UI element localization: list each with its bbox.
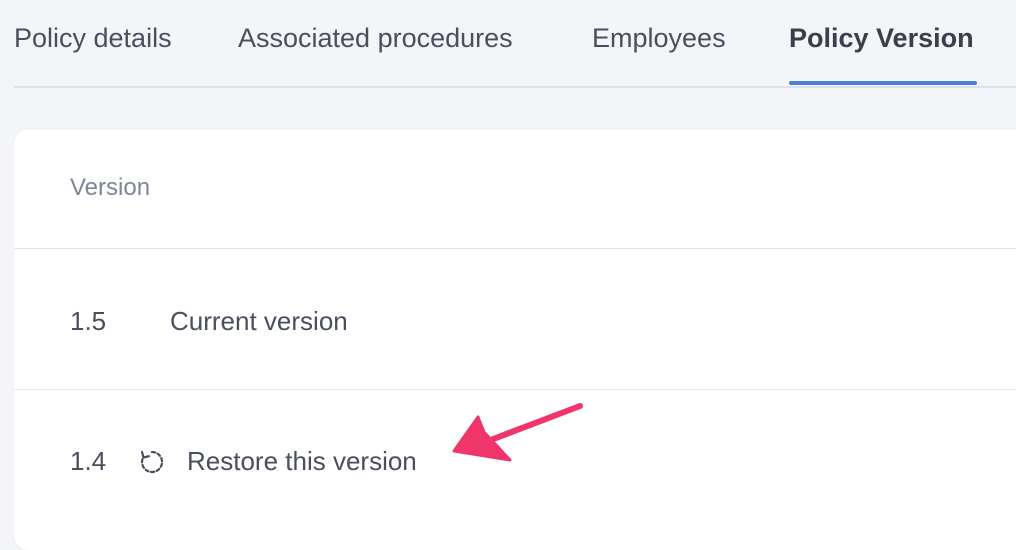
- tab-bar: Policy details Associated procedures Emp…: [14, 0, 1016, 88]
- tab-policy-details[interactable]: Policy details: [14, 20, 172, 56]
- restore-version-link[interactable]: Restore this version: [187, 446, 417, 477]
- version-number: 1.5: [70, 306, 107, 336]
- current-version-label: Current version: [170, 306, 348, 336]
- table-divider: [14, 248, 1016, 249]
- active-tab-indicator: [789, 81, 977, 85]
- restore-icon[interactable]: [138, 448, 166, 476]
- tab-policy-version[interactable]: Policy Version: [789, 20, 974, 56]
- tab-employees[interactable]: Employees: [592, 20, 726, 56]
- version-number: 1.4: [70, 446, 107, 476]
- version-table: Version 1.5 Current version 1.4 Restore …: [14, 130, 1016, 550]
- table-divider: [14, 389, 1016, 390]
- tab-associated-procedures[interactable]: Associated procedures: [238, 20, 513, 56]
- version-column-header: Version: [70, 174, 151, 201]
